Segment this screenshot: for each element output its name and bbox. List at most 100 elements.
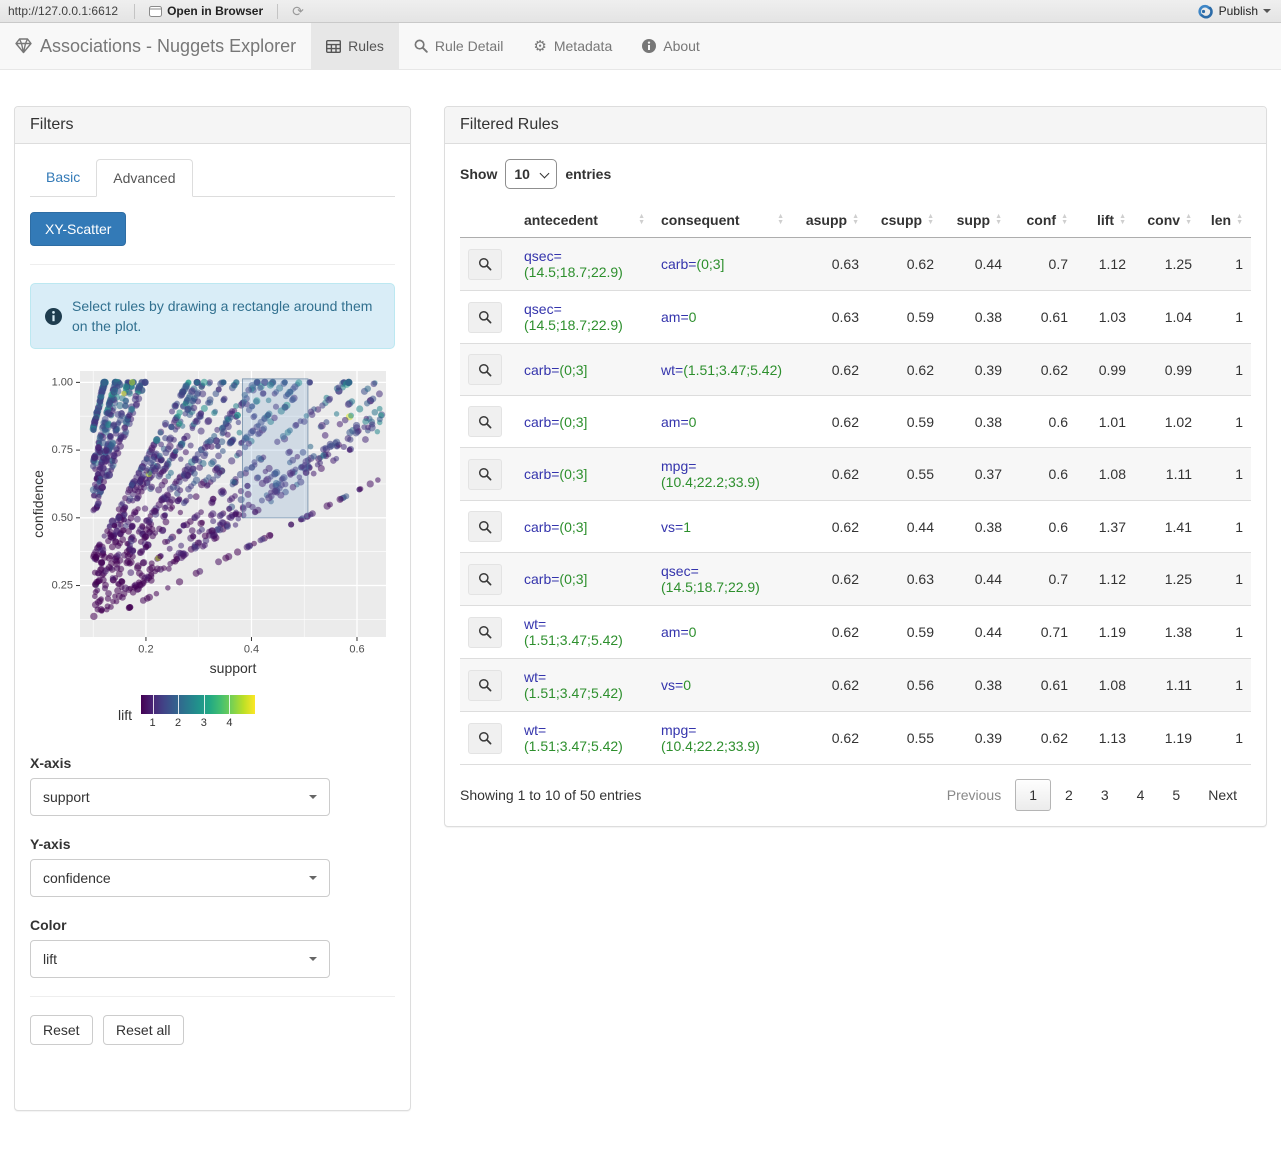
tab-about[interactable]: About — [627, 23, 715, 69]
asupp-cell: 0.62 — [831, 413, 859, 430]
column-header-lift[interactable]: lift ▲ ▼ — [1076, 203, 1134, 238]
consequent-attr: mpg= — [661, 722, 697, 738]
y-axis-select[interactable]: confidence — [30, 859, 330, 897]
page-button-4[interactable]: 4 — [1123, 779, 1159, 811]
consequent-cell: mpg=(10.4;22.2;33.9) — [653, 712, 792, 765]
sort-icon: ▲ ▼ — [1236, 213, 1243, 226]
filters-tabbar: Basic Advanced — [30, 159, 395, 197]
rule-row[interactable]: carb=(0;3] mpg=(10.4;22.2;33.9) 0.62 0.55 0.… — [460, 447, 1251, 501]
antecedent-cell: qsec=(14.5;18.7;22.9) — [516, 291, 653, 344]
antecedent-value: (0;3] — [559, 518, 588, 535]
inspect-rule-button[interactable] — [468, 563, 502, 595]
column-header-len[interactable]: len ▲ ▼ — [1200, 203, 1251, 238]
antecedent-attr: carb= — [524, 361, 560, 378]
inspect-rule-button[interactable] — [468, 616, 502, 648]
page-button-2[interactable]: 2 — [1051, 779, 1087, 811]
inspect-rule-button[interactable] — [468, 301, 502, 333]
filters-tab-advanced[interactable]: Advanced — [96, 159, 193, 197]
refresh-icon[interactable]: ⟳ — [284, 3, 312, 20]
consequent-attr: am= — [661, 624, 689, 640]
column-header-csupp[interactable]: csupp ▲ ▼ — [867, 203, 942, 238]
show-label: Show — [460, 166, 498, 182]
rule-row[interactable]: carb=(0;3] am=0 0.62 0.59 0.38 0.6 1.01 1.02 1 — [460, 395, 1251, 448]
tab-rule-detail[interactable]: Rule Detail — [399, 23, 518, 69]
inspect-rule-button[interactable] — [468, 354, 502, 385]
x-axis-select[interactable]: support — [30, 778, 330, 816]
asupp-cell: 0.62 — [831, 518, 859, 535]
column-header-antecedent[interactable]: antecedent ▲ ▼ — [516, 203, 653, 238]
consequent-attr: carb= — [661, 256, 697, 272]
reset-all-button[interactable]: Reset all — [103, 1015, 184, 1045]
antecedent-cell: wt=(1.51;3.47;5.42) — [516, 606, 653, 659]
reset-button[interactable]: Reset — [30, 1015, 93, 1045]
asupp-cell: 0.62 — [831, 466, 859, 482]
inspect-rule-button[interactable] — [468, 722, 502, 754]
entries-label: entries — [565, 166, 612, 182]
rule-row[interactable]: qsec=(14.5;18.7;22.9) carb=(0;3] 0.63 0.62 0… — [460, 237, 1251, 291]
csupp-cell: 0.55 — [906, 730, 934, 746]
column-header-supp[interactable]: supp ▲ ▼ — [942, 203, 1010, 238]
supp-cell: 0.39 — [974, 730, 1002, 746]
inspect-rule-button[interactable] — [468, 248, 502, 280]
antecedent-attr: qsec= — [524, 248, 562, 264]
sort-icon: ▲ ▼ — [1185, 213, 1192, 226]
rule-row[interactable]: wt=(1.51;3.47;5.42) mpg=(10.4;22.2;33.9) 0… — [460, 711, 1251, 765]
rule-row[interactable]: qsec=(14.5;18.7;22.9) am=0 0.63 0.59 0.38 0.6… — [460, 290, 1251, 344]
rule-row[interactable]: wt=(1.51;3.47;5.42) vs=0 0.62 0.56 0.38 0.61 1… — [460, 658, 1251, 712]
consequent-cell: am=0 — [653, 396, 792, 448]
conf-cell: 0.62 — [1040, 730, 1068, 746]
conf-cell: 0.62 — [1040, 361, 1068, 378]
antecedent-cell: carb=(0;3] — [516, 344, 653, 396]
viewer-toolbar: http://127.0.0.1:6612 Open in Browser ⟳ … — [0, 0, 1281, 23]
inspect-rule-button[interactable] — [468, 406, 502, 437]
asupp-cell: 0.63 — [831, 256, 859, 272]
consequent-attr: am= — [661, 309, 689, 325]
inspect-rule-button[interactable] — [468, 511, 502, 542]
antecedent-cell: carb=(0;3] — [516, 448, 653, 501]
tab-rules[interactable]: Rules — [311, 23, 399, 69]
inspect-rule-button[interactable] — [468, 458, 502, 490]
color-select[interactable]: lift — [30, 940, 330, 978]
consequent-cell: am=0 — [653, 606, 792, 659]
open-in-browser-button[interactable]: Open in Browser — [141, 4, 271, 18]
supp-cell: 0.38 — [974, 413, 1002, 430]
len-cell: 1 — [1235, 309, 1243, 325]
browser-window-icon — [149, 5, 163, 17]
sort-icon: ▲ ▼ — [995, 213, 1002, 226]
magnifier-icon — [478, 678, 492, 692]
page-length-select[interactable]: 10 — [505, 159, 558, 189]
consequent-cell: carb=(0;3] — [653, 238, 792, 291]
rules-table-header-row: antecedent ▲ ▼ consequent ▲ ▼ asupp ▲ ▼ csupp ▲ ▼ su… — [460, 203, 1251, 238]
column-header-consequent[interactable]: consequent ▲ ▼ — [653, 203, 792, 238]
rule-row[interactable]: carb=(0;3] wt=(1.51;3.47;5.42) 0.62 0.62 0.3… — [460, 343, 1251, 396]
antecedent-value: (14.5;18.7;22.9) — [524, 264, 623, 280]
antecedent-attr: carb= — [524, 518, 560, 535]
column-header-conf[interactable]: conf ▲ ▼ — [1010, 203, 1076, 238]
conf-cell: 0.7 — [1048, 256, 1068, 272]
consequent-cell: vs=1 — [653, 501, 792, 553]
column-header-asupp[interactable]: asupp ▲ ▼ — [792, 203, 867, 238]
len-cell: 1 — [1235, 413, 1243, 430]
previous-page-button[interactable]: Previous — [933, 779, 1015, 811]
page-button-1[interactable]: 1 — [1015, 779, 1052, 811]
publish-button[interactable]: Publish — [1197, 4, 1281, 19]
chevron-down-icon — [309, 795, 317, 799]
antecedent-value: (1.51;3.47;5.42) — [524, 685, 623, 701]
rule-row[interactable]: carb=(0;3] qsec=(14.5;18.7;22.9) 0.62 0.63 0… — [460, 552, 1251, 606]
column-header-conv[interactable]: conv ▲ ▼ — [1134, 203, 1200, 238]
asupp-cell: 0.62 — [831, 571, 859, 587]
page-button-5[interactable]: 5 — [1158, 779, 1194, 811]
next-page-button[interactable]: Next — [1194, 779, 1251, 811]
consequent-attr: am= — [661, 413, 689, 430]
lift-cell: 0.99 — [1098, 361, 1126, 378]
filters-tab-basic[interactable]: Basic — [30, 159, 96, 197]
rule-row[interactable]: carb=(0;3] vs=1 0.62 0.44 0.38 0.6 1.37 1.41 1 — [460, 500, 1251, 553]
scatter-plot[interactable] — [30, 365, 392, 685]
rule-row[interactable]: wt=(1.51;3.47;5.42) am=0 0.62 0.59 0.44 0.71 1… — [460, 605, 1251, 659]
page-button-3[interactable]: 3 — [1087, 779, 1123, 811]
consequent-value: 0 — [683, 677, 691, 693]
csupp-cell: 0.59 — [906, 624, 934, 640]
tab-metadata[interactable]: ⚙ Metadata — [518, 23, 627, 69]
xy-scatter-button[interactable]: XY-Scatter — [30, 212, 127, 246]
inspect-rule-button[interactable] — [468, 669, 502, 701]
